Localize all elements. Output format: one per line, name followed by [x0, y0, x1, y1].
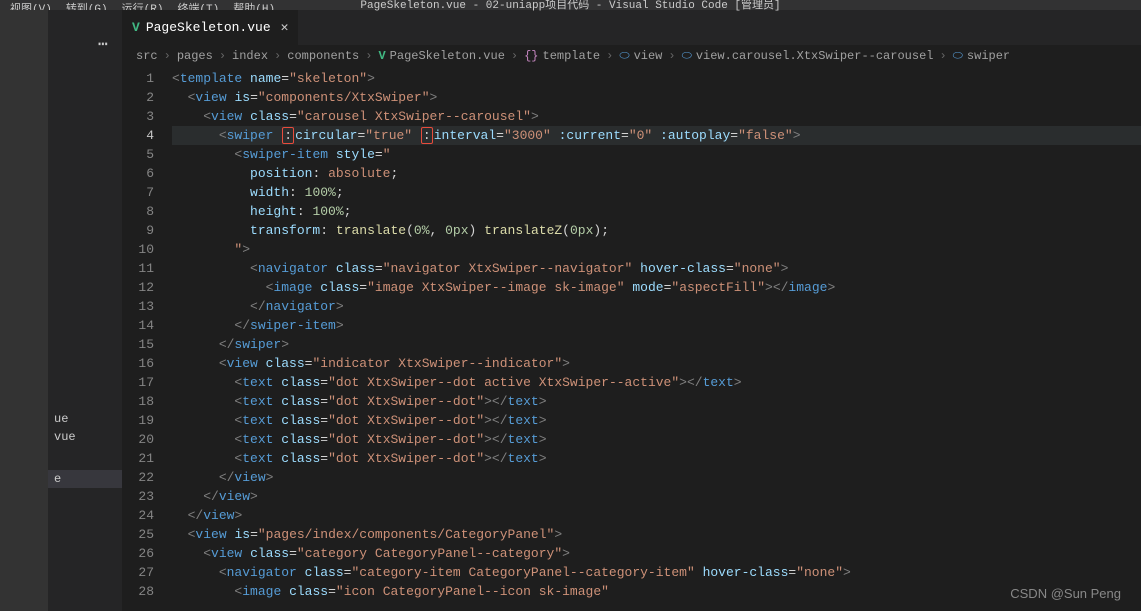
menu-help[interactable]: 帮助(H)	[233, 0, 275, 10]
menu-run[interactable]: 运行(R)	[122, 0, 164, 10]
bc-item[interactable]: pages	[177, 49, 213, 63]
watermark: CSDN @Sun Peng	[1010, 586, 1121, 601]
menu-terminal[interactable]: 终端(T)	[177, 0, 219, 10]
breadcrumbs[interactable]: src› pages› index› components› V PageSke…	[122, 45, 1141, 67]
menu-goto[interactable]: 转到(G)	[66, 0, 108, 10]
vue-icon: V	[132, 20, 140, 35]
tab-label: PageSkeleton.vue	[146, 20, 271, 35]
bc-item[interactable]: PageSkeleton.vue	[390, 49, 505, 63]
editor-group: V PageSkeleton.vue ✕ src› pages› index› …	[122, 10, 1141, 611]
gutter: 1234567891011121314151617181920212223242…	[122, 67, 172, 611]
sidebar-item[interactable]: vue	[48, 428, 122, 446]
bc-item[interactable]: template	[543, 49, 601, 63]
sidebar-item[interactable]: ue	[48, 410, 122, 428]
bc-item[interactable]: src	[136, 49, 158, 63]
bc-item[interactable]: components	[287, 49, 359, 63]
bc-item[interactable]: view	[634, 49, 663, 63]
code-editor[interactable]: 1234567891011121314151617181920212223242…	[122, 67, 1141, 611]
close-icon[interactable]: ✕	[281, 20, 289, 35]
window-title: PageSkeleton.vue - 02-uniapp项目代码 - Visua…	[360, 0, 780, 12]
activity-bar	[0, 10, 48, 611]
braces-icon: {}	[524, 49, 538, 63]
tab-pageskeleton[interactable]: V PageSkeleton.vue ✕	[122, 10, 299, 45]
ellipsis-icon[interactable]: ⋯	[98, 34, 108, 54]
symbol-icon: ⬭	[953, 49, 963, 63]
sidebar[interactable]: ue vue e	[48, 10, 122, 611]
vue-icon: V	[378, 49, 385, 63]
tabs: V PageSkeleton.vue ✕	[122, 10, 1141, 45]
bc-item[interactable]: view.carousel.XtxSwiper--carousel	[696, 49, 934, 63]
sidebar-item[interactable]: e	[48, 470, 122, 488]
bc-item[interactable]: index	[232, 49, 268, 63]
symbol-icon: ⬭	[682, 49, 692, 63]
symbol-icon: ⬭	[619, 49, 629, 63]
code-content[interactable]: <template name="skeleton"> <view is="com…	[172, 67, 1141, 611]
menu-view[interactable]: 视图(V)	[10, 0, 52, 10]
bc-item[interactable]: swiper	[967, 49, 1010, 63]
